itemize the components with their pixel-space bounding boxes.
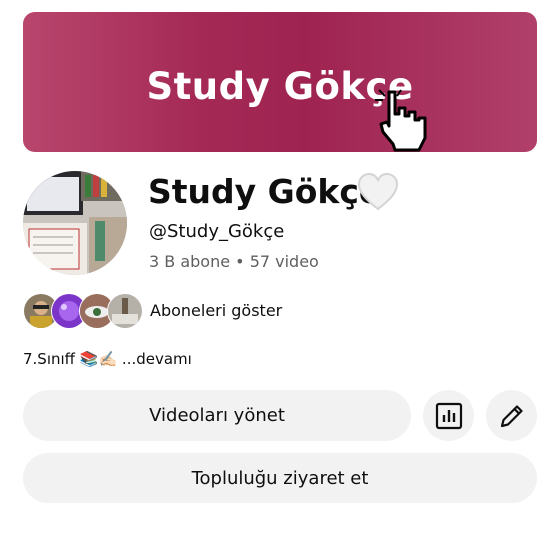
channel-avatar[interactable]	[23, 171, 127, 275]
banner-title: Study Gökçe	[146, 65, 414, 108]
hand-pointer-icon	[375, 89, 427, 152]
analytics-button[interactable]	[423, 390, 474, 441]
channel-banner[interactable]: Study Gökçe	[23, 12, 537, 152]
stats-separator: •	[235, 252, 245, 271]
subscriber-avatar	[107, 293, 143, 329]
subscriber-avatars[interactable]	[23, 293, 143, 329]
visit-community-button[interactable]: Topluluğu ziyaret et	[23, 453, 537, 503]
edit-channel-button[interactable]	[486, 390, 537, 441]
channel-title: Study Gökçe	[148, 172, 382, 211]
visit-community-label: Topluluğu ziyaret et	[191, 467, 369, 489]
channel-description[interactable]: 7.Sınıff 📚✍🏻 ...devamı	[23, 350, 192, 368]
description-more-link[interactable]: ...devamı	[122, 350, 192, 368]
pencil-icon	[500, 404, 523, 427]
manage-videos-label: Videoları yönet	[149, 405, 285, 426]
analytics-icon	[435, 402, 462, 429]
manage-videos-button[interactable]: Videoları yönet	[23, 390, 411, 441]
channel-stats: 3 B abone • 57 video	[149, 252, 319, 271]
show-subscribers-link[interactable]: Aboneleri göster	[150, 301, 282, 320]
channel-handle: @Study_Gökçe	[149, 221, 285, 242]
subscriber-count: 3 B abone	[149, 252, 231, 271]
description-text: 7.Sınıff 📚✍🏻	[23, 350, 118, 368]
video-count: 57 video	[249, 252, 319, 271]
avatar-photo	[23, 171, 127, 275]
white-heart-icon	[357, 172, 399, 211]
